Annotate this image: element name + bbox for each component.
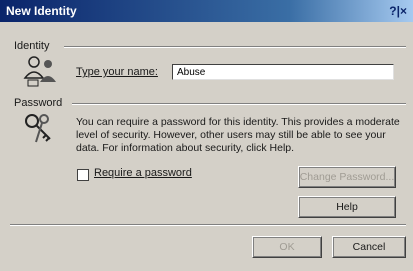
title-controls[interactable]: ?|× [389, 4, 407, 18]
password-divider [72, 103, 406, 105]
name-input[interactable] [172, 64, 394, 80]
require-password-label-text: Require a password [94, 167, 192, 179]
identity-divider [64, 46, 406, 48]
password-info-text: You can require a password for this iden… [76, 116, 400, 154]
password-heading: Password [14, 97, 63, 109]
help-button[interactable]: Help [298, 196, 396, 218]
require-password-checkbox[interactable] [77, 169, 89, 181]
cancel-button[interactable]: Cancel [332, 236, 406, 258]
identity-icon [22, 54, 62, 88]
title-bar: New Identity ?|× [0, 0, 413, 22]
name-label-text: Type your name: [76, 66, 158, 78]
require-password-label[interactable]: Require a password [94, 167, 192, 179]
name-label: Type your name: [76, 66, 158, 78]
window-title: New Identity [6, 4, 77, 18]
change-password-button[interactable]: Change Password... [298, 166, 396, 188]
identity-heading: Identity [14, 40, 50, 52]
keys-icon [22, 112, 58, 146]
footer-separator [10, 224, 406, 226]
ok-button[interactable]: OK [252, 236, 322, 258]
